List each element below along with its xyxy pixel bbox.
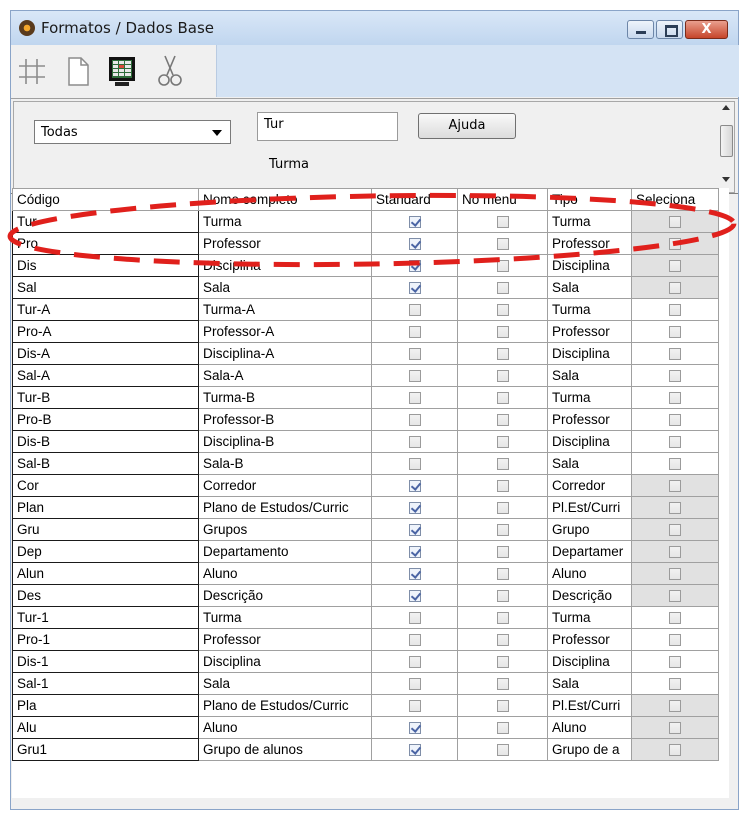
highlight-annotation [7, 192, 737, 268]
annotation-ellipse [7, 192, 737, 268]
